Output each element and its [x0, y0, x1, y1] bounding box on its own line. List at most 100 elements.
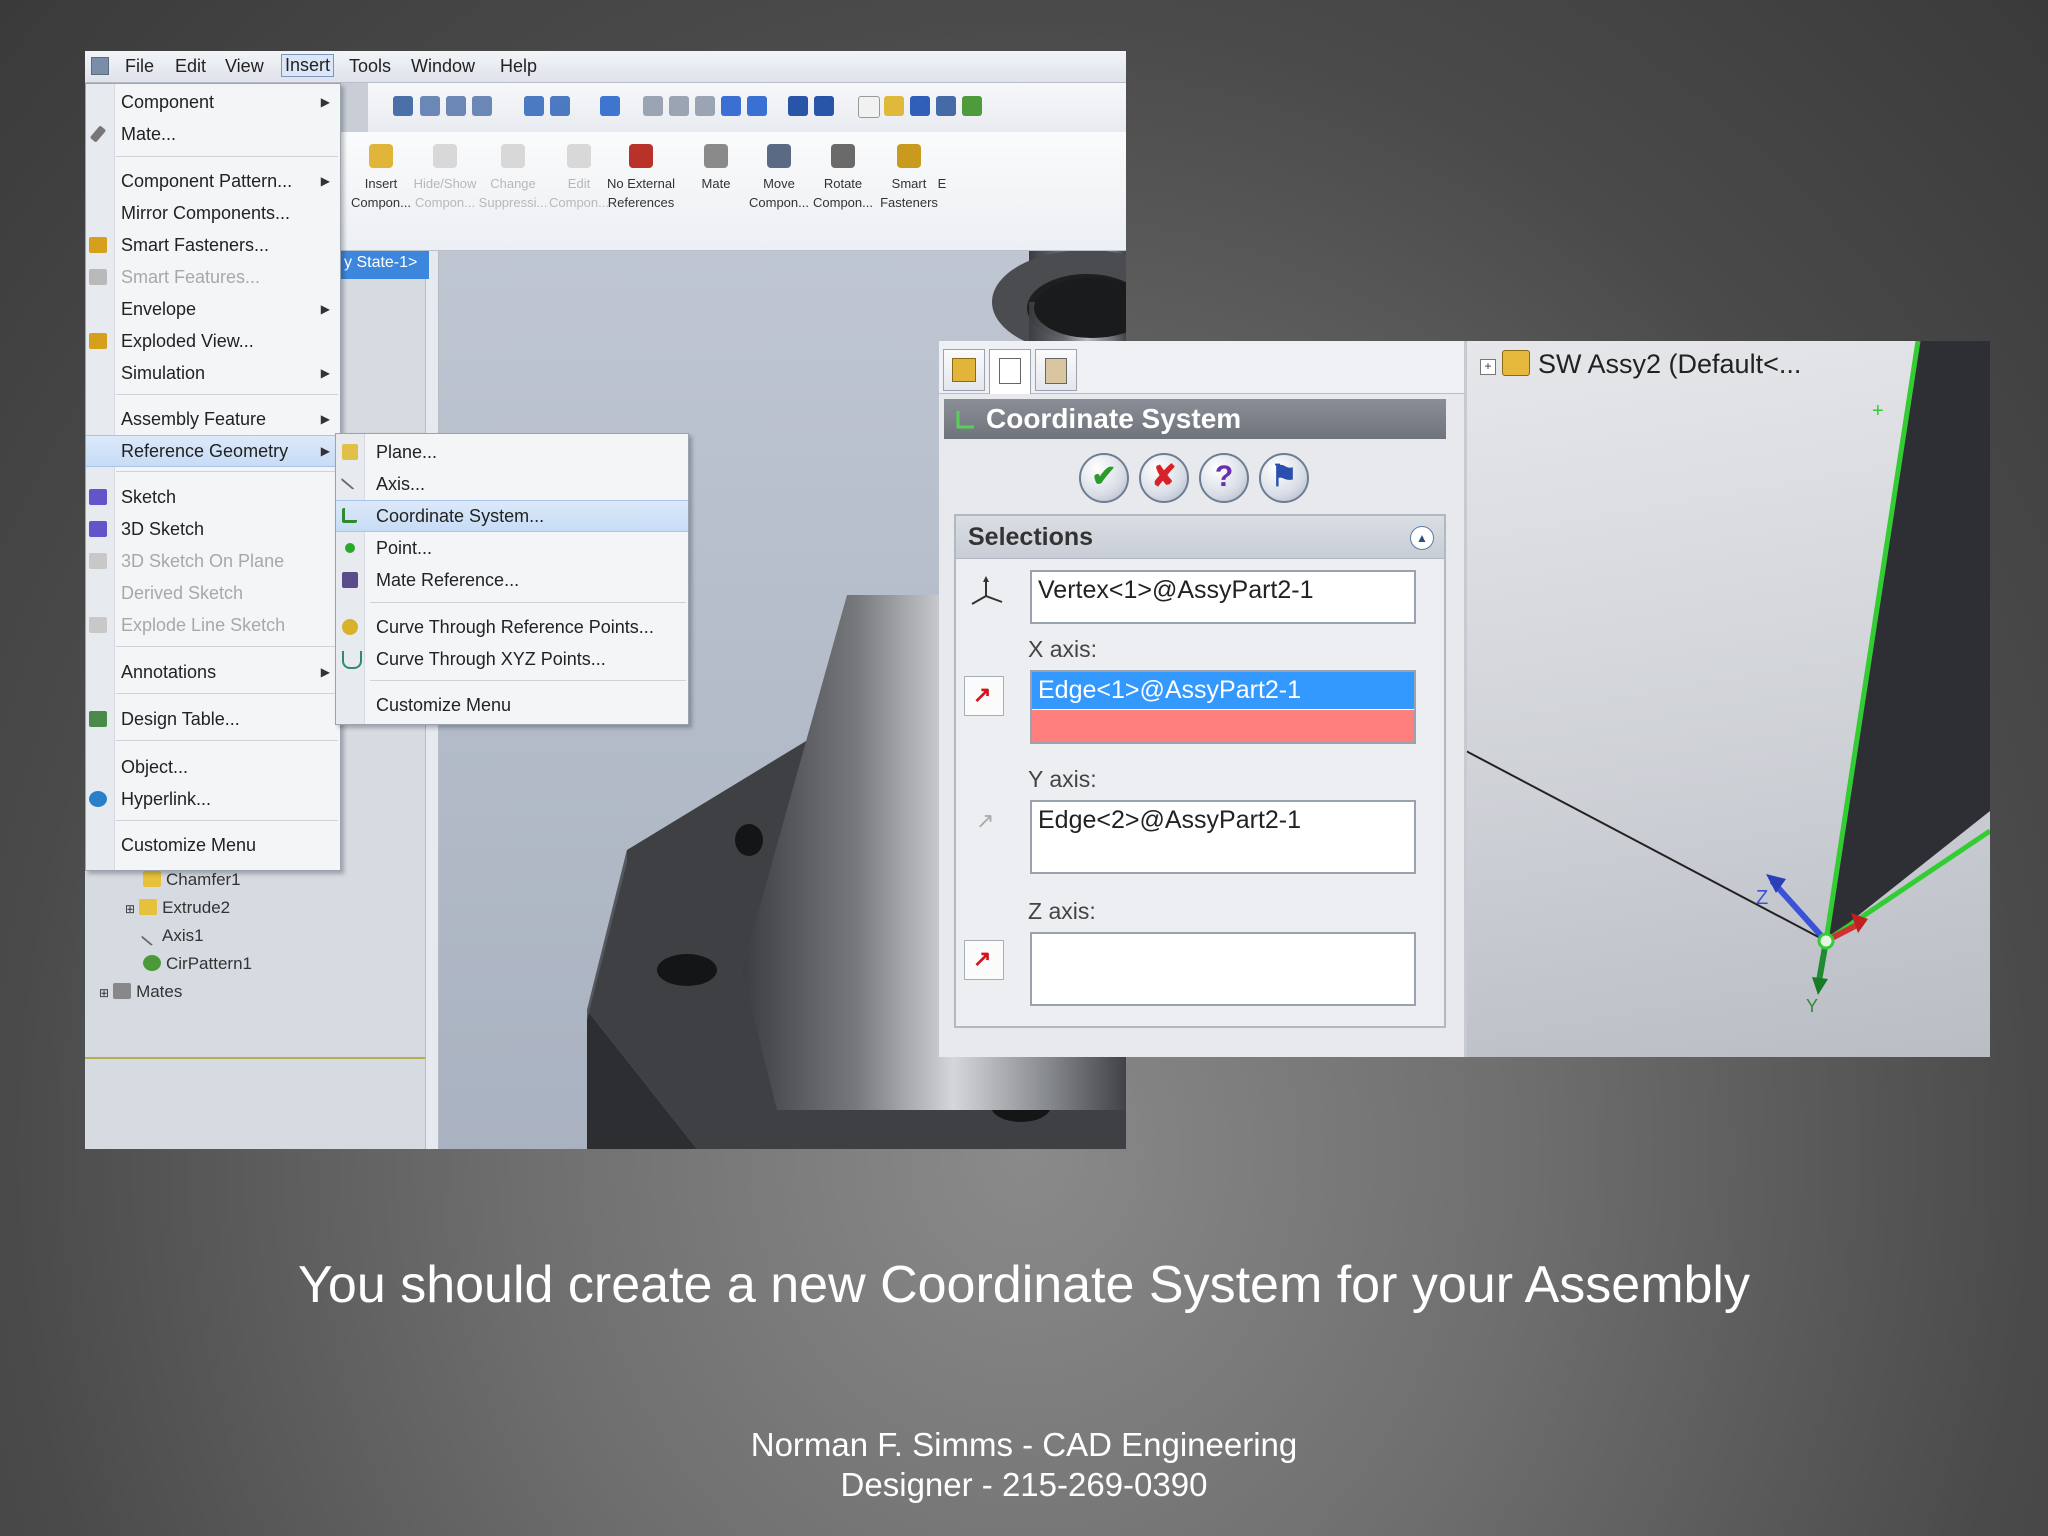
y-axis-selection-field[interactable]: Edge<2>@AssyPart2-1: [1030, 800, 1416, 874]
menu-tools[interactable]: Tools: [349, 56, 391, 77]
command-more-button[interactable]: E: [932, 132, 952, 193]
tree-item-axis1[interactable]: Axis1: [140, 926, 204, 947]
tree-item-mates[interactable]: ⊞ Mates: [99, 982, 182, 1002]
menu-item-mate[interactable]: Mate...: [86, 119, 340, 149]
menu-item-label: Curve Through Reference Points...: [376, 617, 654, 637]
axis-icon: [340, 472, 360, 490]
origin-selection-field[interactable]: Vertex<1>@AssyPart2-1: [1030, 570, 1416, 624]
z-axis-selection-value: [1032, 934, 1414, 942]
hidden-lines-icon[interactable]: [669, 96, 689, 116]
menu-item-envelope[interactable]: Envelope ▶: [86, 294, 340, 324]
menu-item-smart-fasteners[interactable]: Smart Fasteners...: [86, 230, 340, 260]
submenu-item-point[interactable]: Point...: [336, 533, 688, 563]
tree-item-cirpattern1[interactable]: CirPattern1: [143, 954, 252, 974]
menu-separator: [116, 394, 338, 395]
tree-item-extrude2[interactable]: ⊞ Extrude2: [125, 898, 230, 918]
menu-item-mirror-components[interactable]: Mirror Components...: [86, 198, 340, 228]
ok-button[interactable]: ✔: [1079, 453, 1129, 503]
shaded-edges-icon[interactable]: [721, 96, 741, 116]
command-no-external-references-button[interactable]: No External References: [600, 132, 682, 212]
reverse-z-axis-button[interactable]: ↗: [964, 940, 1004, 980]
selections-group: Selections ▲ Vertex<1>@AssyPart2-1 X axi…: [954, 514, 1446, 1028]
zoom-area-icon[interactable]: [446, 96, 466, 116]
collapse-icon[interactable]: ▲: [1410, 526, 1434, 550]
origin-vertex[interactable]: [1817, 932, 1835, 950]
submenu-item-axis[interactable]: Axis...: [336, 469, 688, 499]
property-manager-tab[interactable]: [989, 349, 1031, 394]
z-axis-selection-field[interactable]: [1030, 932, 1416, 1006]
menu-item-label: Envelope: [121, 299, 197, 319]
menu-file[interactable]: File: [125, 56, 154, 77]
standard-toolbar: [368, 82, 1126, 133]
x-axis-label: X axis:: [1028, 636, 1098, 662]
pan-icon[interactable]: [550, 96, 570, 116]
zoom-in-icon[interactable]: [472, 96, 492, 116]
rebuild-icon[interactable]: [962, 96, 982, 116]
print-icon[interactable]: [936, 96, 956, 116]
menu-window[interactable]: Window: [411, 56, 475, 77]
property-manager-header: Coordinate System: [944, 399, 1446, 439]
expand-icon[interactable]: ⊞: [99, 986, 109, 1000]
submenu-item-coordinate-system[interactable]: Coordinate System...: [336, 500, 688, 532]
select-icon[interactable]: [393, 96, 413, 116]
selections-header[interactable]: Selections ▲: [956, 516, 1444, 559]
menu-bar: File Edit View Insert Tools Window Help: [85, 51, 1126, 83]
tree-item-chamfer1[interactable]: Chamfer1: [143, 870, 241, 890]
system-menu-icon[interactable]: [91, 57, 109, 75]
wireframe-icon[interactable]: [643, 96, 663, 116]
menu-edit[interactable]: Edit: [175, 56, 206, 77]
shaded-icon[interactable]: [747, 96, 767, 116]
menu-item-exploded-view[interactable]: Exploded View...: [86, 326, 340, 356]
menu-item-assembly-feature[interactable]: Assembly Feature ▶: [86, 404, 340, 434]
zoom-fit-icon[interactable]: [420, 96, 440, 116]
configuration-state-tab[interactable]: y State-1>: [340, 247, 429, 279]
view-orientation-icon[interactable]: [600, 96, 620, 116]
save-icon[interactable]: [910, 96, 930, 116]
menu-item-hyperlink[interactable]: Hyperlink...: [86, 784, 340, 814]
menu-view[interactable]: View: [225, 56, 264, 77]
sketch-icon: [89, 489, 107, 505]
submenu-item-customize-menu[interactable]: Customize Menu: [336, 690, 688, 720]
feature-manager-tab[interactable]: [943, 349, 985, 391]
origin-selection-value: Vertex<1>@AssyPart2-1: [1038, 576, 1314, 604]
expand-icon[interactable]: +: [1480, 359, 1496, 375]
reverse-y-axis-icon[interactable]: ↗: [976, 808, 994, 834]
submenu-item-plane[interactable]: Plane...: [336, 437, 688, 467]
reverse-x-axis-button[interactable]: ↗: [964, 676, 1004, 716]
cancel-button[interactable]: ✘: [1139, 453, 1189, 503]
rotate-view-icon[interactable]: [524, 96, 544, 116]
view-settings-icon[interactable]: [814, 96, 834, 116]
help-button[interactable]: ?: [1199, 453, 1249, 503]
tree-item-label: CirPattern1: [166, 954, 252, 973]
z-axis-arrow: [1769, 878, 1829, 944]
open-icon[interactable]: [884, 96, 904, 116]
menu-item-component-pattern[interactable]: Component Pattern... ▶: [86, 166, 340, 196]
submenu-item-curve-reference-points[interactable]: Curve Through Reference Points...: [336, 612, 688, 642]
expand-icon[interactable]: ⊞: [125, 902, 135, 916]
menu-item-component[interactable]: Component ▶: [86, 87, 340, 117]
menu-item-design-table[interactable]: Design Table...: [86, 704, 340, 734]
menu-item-object[interactable]: Object...: [86, 752, 340, 782]
tree-rollback-bar[interactable]: [85, 1057, 433, 1059]
menu-item-sketch[interactable]: Sketch: [86, 482, 340, 512]
new-document-icon[interactable]: [858, 96, 880, 118]
pin-button[interactable]: ⚑: [1259, 453, 1309, 503]
x-axis-selection-field[interactable]: Edge<1>@AssyPart2-1: [1030, 670, 1416, 744]
section-view-icon[interactable]: [788, 96, 808, 116]
menu-item-annotations[interactable]: Annotations ▶: [86, 657, 340, 687]
flyout-feature-tree[interactable]: + SW Assy2 (Default<...: [1480, 349, 1801, 380]
y-axis-label: Y axis:: [1028, 766, 1097, 792]
menu-item-simulation[interactable]: Simulation ▶: [86, 358, 340, 388]
point-icon: [345, 543, 355, 553]
graphics-area-closeup[interactable]: Z Y + + SW Assy2 (Default<...: [1465, 341, 1990, 1057]
menu-item-customize-menu[interactable]: Customize Menu: [86, 830, 340, 860]
configuration-manager-tab[interactable]: [1035, 349, 1077, 391]
menu-help[interactable]: Help: [500, 56, 537, 77]
menu-item-smart-features: Smart Features...: [86, 262, 340, 292]
hidden-removed-icon[interactable]: [695, 96, 715, 116]
submenu-item-curve-xyz-points[interactable]: Curve Through XYZ Points...: [336, 644, 688, 674]
menu-item-reference-geometry[interactable]: Reference Geometry ▶: [86, 435, 340, 467]
menu-item-3d-sketch[interactable]: 3D Sketch: [86, 514, 340, 544]
submenu-item-mate-reference[interactable]: Mate Reference...: [336, 565, 688, 595]
menu-insert[interactable]: Insert: [281, 54, 335, 77]
